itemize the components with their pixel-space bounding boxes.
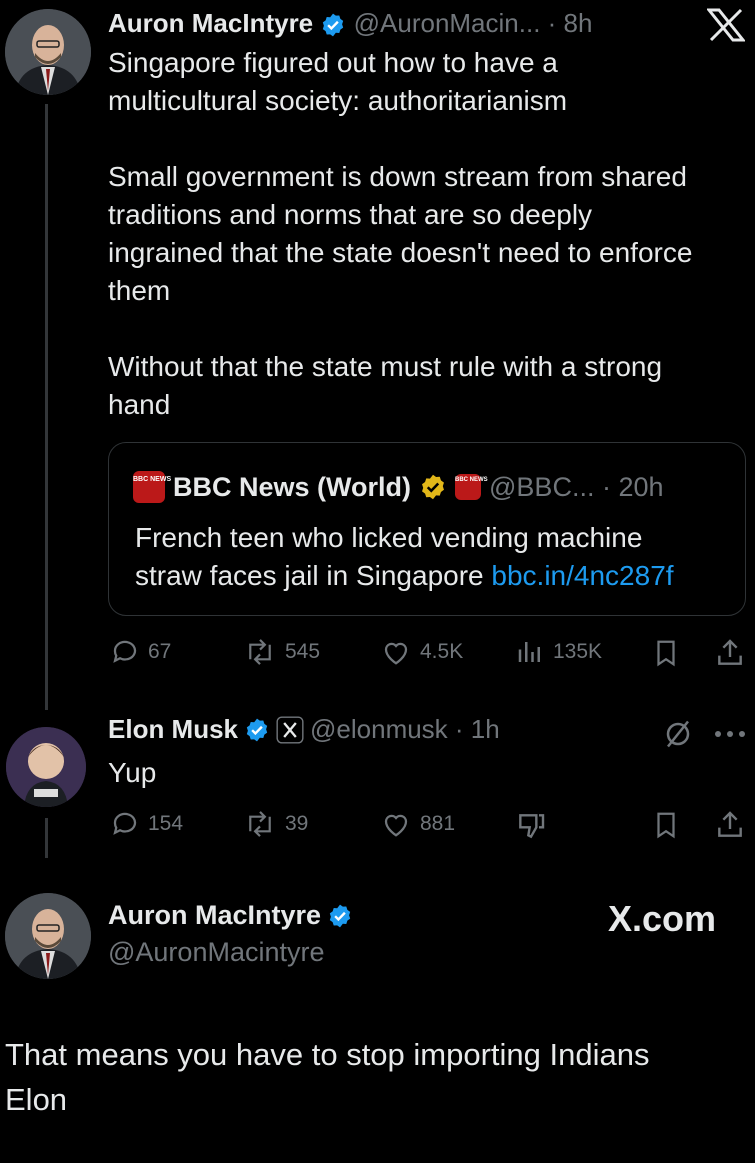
reply-icon	[113, 812, 137, 835]
author-handle-time: @AuronMacin... · 8h	[353, 8, 593, 38]
like-count: 4.5K	[420, 640, 464, 663]
author-name[interactable]: Elon Musk	[108, 714, 238, 745]
bbc-affiliate-icon: BBC NEWS	[455, 474, 488, 500]
repost-icon	[249, 639, 271, 665]
quote-link[interactable]: bbc.in/4nc287f	[491, 560, 673, 591]
verified-badge-icon	[323, 13, 344, 37]
repost-button[interactable]: 39	[243, 809, 308, 839]
like-icon	[384, 814, 408, 837]
verified-badge-icon	[329, 904, 351, 927]
caption-text: That means you have to stop importing In…	[5, 1037, 650, 1117]
x-logo-icon[interactable]	[707, 8, 745, 42]
author-handle: @AuronMacintyre	[108, 937, 325, 967]
reply-count: 67	[148, 640, 172, 663]
author-name[interactable]: Auron MacIntyre	[108, 900, 321, 931]
x-com-watermark: X.com	[608, 898, 717, 939]
share-icon[interactable]	[714, 637, 746, 669]
reply-button[interactable]: 67	[110, 637, 171, 667]
quote-handle-time: @BBC... · 20h	[489, 471, 664, 502]
avatar[interactable]	[5, 9, 91, 95]
like-count: 881	[420, 812, 456, 835]
repost-button[interactable]: 545	[243, 637, 320, 667]
grok-icon[interactable]	[663, 719, 693, 749]
tweet-text: Yup	[108, 757, 157, 788]
like-button[interactable]: 4.5K	[380, 637, 463, 667]
bookmark-icon[interactable]	[651, 810, 681, 840]
like-button[interactable]: 881	[380, 809, 455, 839]
author-name[interactable]: Auron MacIntyre	[108, 8, 313, 38]
repost-count: 39	[285, 812, 309, 835]
like-icon	[384, 642, 408, 665]
reply-count: 154	[148, 812, 184, 835]
more-icon[interactable]	[713, 729, 747, 739]
views-count: 135K	[553, 640, 603, 663]
bookmark-icon[interactable]	[651, 638, 681, 668]
thread-line-1	[45, 104, 48, 710]
bbc-logo-icon: BBC NEWS	[133, 471, 171, 503]
thread-line-2	[45, 818, 48, 858]
tweet-text: Singapore figured out how to have a mult…	[108, 47, 693, 420]
repost-count: 545	[285, 640, 321, 663]
views-icon	[518, 642, 540, 662]
quote-author-name[interactable]: BBC News (World)	[173, 472, 411, 503]
quoted-tweet[interactable]: BBC NEWS BBC News (World) BBC NEWS @BBC.…	[108, 442, 746, 616]
avatar[interactable]	[6, 727, 86, 807]
verified-gold-badge-icon	[422, 474, 444, 500]
reply-button[interactable]: 154	[110, 809, 183, 839]
share-icon[interactable]	[714, 809, 746, 841]
avatar[interactable]	[5, 893, 91, 979]
reply-icon	[113, 640, 137, 663]
author-handle-time: @elonmusk · 1h	[310, 714, 500, 744]
quote-text-wrap: French teen who licked vending machine s…	[135, 519, 735, 595]
repost-icon	[249, 811, 271, 837]
views-button[interactable]: 135K	[515, 637, 602, 667]
verified-badge-icon	[246, 718, 268, 741]
x-affiliate-icon	[276, 715, 304, 744]
dislike-icon[interactable]	[515, 810, 547, 842]
